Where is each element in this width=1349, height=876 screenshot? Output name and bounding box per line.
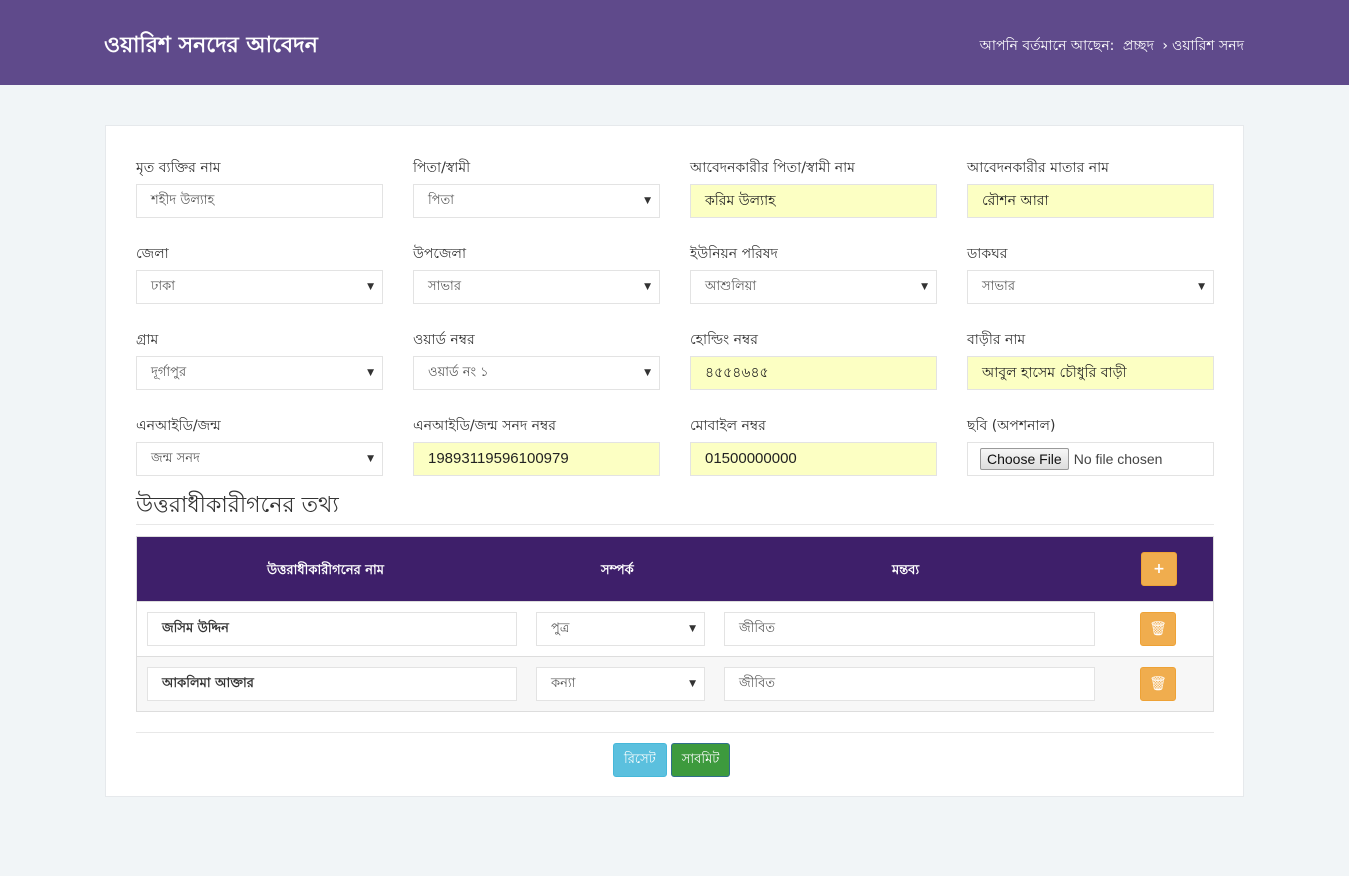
- application-form: মৃত ব্যক্তির নাম শহীদ উল্যাহ পিতা/স্বামী প…: [105, 125, 1244, 797]
- page-header: ওয়ারিশ সনদের আবেদন আপনি বর্তমানে আছেন: …: [0, 0, 1349, 85]
- field-label: মোবাইল নম্বর: [690, 418, 766, 434]
- field-label: ইউনিয়ন পরিষদ: [690, 246, 778, 262]
- add-heir-button[interactable]: +: [1141, 552, 1177, 586]
- table-row: আকলিমা আক্তার কন্যা জীবিত 🗑: [137, 656, 1213, 711]
- field-label: ওয়ার্ড নম্বর: [413, 332, 475, 348]
- field-label: গ্রাম: [136, 332, 159, 348]
- heirs-table: উত্তরাধীকারীগনের নাম সম্পর্ক মন্তব্য + জ…: [136, 536, 1214, 712]
- field-label: জেলা: [136, 246, 169, 262]
- breadcrumb-separator: ›: [1162, 38, 1168, 54]
- heir-relation-select[interactable]: কন্যা: [536, 667, 705, 701]
- union-select[interactable]: আশুলিয়া: [690, 270, 937, 304]
- breadcrumb-home-link[interactable]: প্রচ্ছদ: [1123, 38, 1154, 54]
- heir-name-input[interactable]: আকলিমা আক্তার: [147, 667, 517, 701]
- column-header-relation: সম্পর্ক: [601, 563, 634, 578]
- id-number-input[interactable]: 19893119596100979: [413, 442, 660, 476]
- house-name-input[interactable]: আবুল হাসেম চৌধুরি বাড়ী: [967, 356, 1214, 390]
- applicant-father-name-input[interactable]: করিম উল্যাহ: [690, 184, 937, 218]
- trash-icon: 🗑: [1149, 621, 1167, 637]
- upazila-select[interactable]: সাভার: [413, 270, 660, 304]
- file-status: No file chosen: [1073, 451, 1163, 467]
- field-label: এনআইডি/জন্ম সনদ নম্বর: [413, 418, 556, 434]
- field-label: আবেদনকারীর পিতা/স্বামী নাম: [690, 160, 855, 176]
- table-row: জসিম উদ্দিন পুত্র জীবিত 🗑: [137, 601, 1213, 656]
- choose-file-button[interactable]: Choose File: [980, 448, 1069, 470]
- divider: [136, 524, 1214, 525]
- heir-remark-input[interactable]: জীবিত: [724, 612, 1095, 646]
- id-type-select[interactable]: জন্ম সনদ: [136, 442, 383, 476]
- field-label: মৃত ব্যক্তির নাম: [136, 160, 221, 176]
- divider: [136, 732, 1214, 733]
- field-label: পিতা/স্বামী: [413, 160, 471, 176]
- heir-relation-select[interactable]: পুত্র: [536, 612, 705, 646]
- trash-icon: 🗑: [1149, 676, 1167, 692]
- submit-button[interactable]: সাবমিট: [670, 743, 731, 777]
- delete-heir-button[interactable]: 🗑: [1140, 667, 1176, 701]
- field-label: আবেদনকারীর মাতার নাম: [967, 160, 1109, 176]
- holding-number-input[interactable]: ৪৫৫৪৬৪৫: [690, 356, 937, 390]
- village-select[interactable]: দূর্গাপুর: [136, 356, 383, 390]
- field-label: ডাকঘর: [967, 246, 1008, 262]
- table-header: উত্তরাধীকারীগনের নাম সম্পর্ক মন্তব্য +: [137, 537, 1213, 601]
- breadcrumb-current: ওয়ারিশ সনদ: [1171, 38, 1244, 54]
- photo-file-input: Choose File No file chosen: [967, 442, 1214, 476]
- post-office-select[interactable]: সাভার: [967, 270, 1214, 304]
- father-husband-select[interactable]: পিতা: [413, 184, 660, 218]
- field-label: হোল্ডিং নম্বর: [690, 332, 758, 348]
- breadcrumb: আপনি বর্তমানে আছেন: প্রচ্ছদ › ওয়ারিশ সনদ: [976, 34, 1244, 58]
- deceased-name-input[interactable]: শহীদ উল্যাহ: [136, 184, 383, 218]
- heir-name-input[interactable]: জসিম উদ্দিন: [147, 612, 517, 646]
- field-label: উপজেলা: [413, 246, 467, 262]
- form-actions: রিসেট সাবমিট: [613, 743, 731, 777]
- column-header-name: উত্তরাধীকারীগনের নাম: [267, 563, 385, 578]
- district-select[interactable]: ঢাকা: [136, 270, 383, 304]
- field-label: বাড়ীর নাম: [967, 332, 1026, 348]
- column-header-remark: মন্তব্য: [892, 563, 920, 578]
- page-title: ওয়ারিশ সনদের আবেদন: [104, 33, 318, 58]
- field-label: ছবি (অপশনাল): [967, 418, 1056, 434]
- heir-remark-input[interactable]: জীবিত: [724, 667, 1095, 701]
- field-label: এনআইডি/জন্ম: [136, 418, 221, 434]
- breadcrumb-prefix: আপনি বর্তমানে আছেন:: [979, 38, 1115, 54]
- delete-heir-button[interactable]: 🗑: [1140, 612, 1176, 646]
- mobile-number-input[interactable]: 01500000000: [690, 442, 937, 476]
- heirs-section-title: উত্তরাধীকারীগনের তথ্য: [136, 493, 339, 518]
- applicant-mother-name-input[interactable]: রৌশন আরা: [967, 184, 1214, 218]
- reset-button[interactable]: রিসেট: [613, 743, 667, 777]
- ward-select[interactable]: ওয়ার্ড নং ১: [413, 356, 660, 390]
